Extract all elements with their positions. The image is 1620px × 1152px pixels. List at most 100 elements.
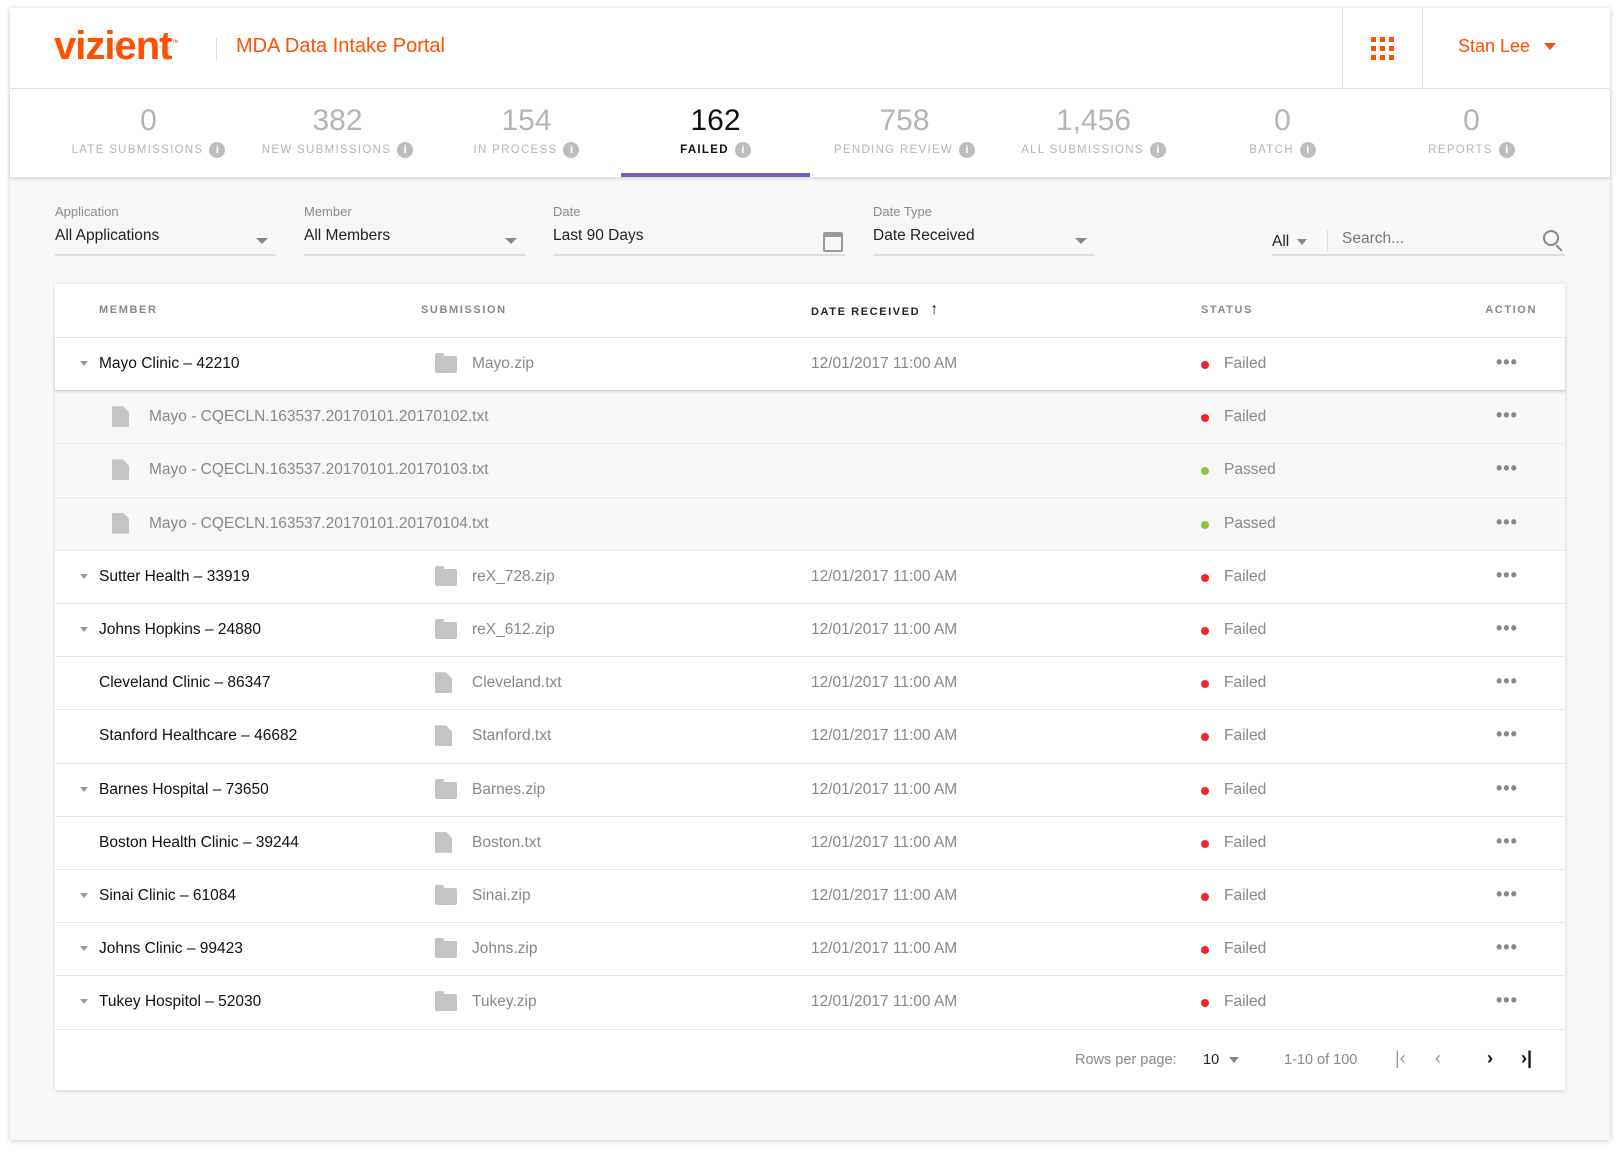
table-row[interactable]: Tukey Hospitol – 52030 Tukey.zip 12/01/201…: [55, 975, 1565, 1028]
more-actions-icon[interactable]: •••: [1496, 405, 1518, 426]
tab-all-submissions[interactable]: 1,456 ALL SUBMISSIONS i: [999, 89, 1188, 177]
submission-name[interactable]: Stanford.txt: [472, 727, 551, 745]
more-actions-icon[interactable]: •••: [1496, 778, 1518, 799]
first-page-icon[interactable]: |‹: [1395, 1048, 1406, 1069]
submission-name[interactable]: reX_728.zip: [472, 568, 555, 586]
submission-name[interactable]: Boston.txt: [472, 834, 541, 852]
tab-batch[interactable]: 0 BATCH i: [1188, 89, 1377, 177]
status-dot-icon: [1201, 733, 1209, 742]
previous-page-icon[interactable]: ‹: [1435, 1048, 1441, 1069]
submission-name[interactable]: Mayo - CQECLN.163537.20170101.20170102.t…: [149, 408, 489, 426]
info-icon[interactable]: i: [397, 142, 414, 158]
tab-pending-review[interactable]: 758 PENDING REVIEW i: [810, 89, 999, 177]
tab-late-submissions[interactable]: 0 LATE SUBMISSIONS i: [54, 89, 243, 177]
info-icon[interactable]: i: [1299, 142, 1316, 158]
tab-count: 1,456: [1055, 104, 1132, 137]
submission-name[interactable]: reX_612.zip: [472, 621, 555, 639]
dropdown-arrow-icon: [505, 238, 517, 244]
more-actions-icon[interactable]: •••: [1496, 512, 1518, 533]
info-icon[interactable]: i: [1498, 142, 1515, 158]
last-page-icon[interactable]: ›|: [1521, 1048, 1532, 1069]
child-file-row[interactable]: Mayo - CQECLN.163537.20170101.20170102.t…: [55, 390, 1565, 444]
table-row[interactable]: Barnes Hospital – 73650 Barnes.zip 12/01/2…: [55, 762, 1565, 816]
table-row[interactable]: Stanford Healthcare – 46682 Stanford.txt 1…: [55, 709, 1565, 762]
tab-failed[interactable]: 162 FAILED i: [621, 89, 810, 177]
expand-chevron-icon[interactable]: [80, 786, 88, 792]
info-icon[interactable]: i: [1149, 142, 1166, 158]
calendar-icon[interactable]: [823, 232, 843, 252]
status-dot-icon: [1201, 414, 1209, 423]
submission-name[interactable]: Johns.zip: [472, 940, 537, 958]
table-row[interactable]: Boston Health Clinic – 39244 Boston.txt 12…: [55, 815, 1565, 869]
more-actions-icon[interactable]: •••: [1496, 884, 1518, 905]
tab-new-submissions[interactable]: 382 NEW SUBMISSIONS i: [243, 89, 432, 177]
status-dot-icon: [1201, 946, 1209, 955]
info-icon[interactable]: i: [563, 142, 580, 158]
member-name: Johns Hopkins – 24880: [99, 621, 262, 638]
tab-in-process[interactable]: 154 IN PROCESS i: [432, 89, 621, 177]
member-filter[interactable]: Member All Members: [304, 204, 525, 256]
expand-chevron-icon[interactable]: [80, 893, 88, 898]
search-scope-select[interactable]: All: [1272, 233, 1308, 251]
submission-name[interactable]: Mayo.zip: [472, 355, 534, 373]
info-icon[interactable]: i: [959, 142, 976, 158]
search-icon[interactable]: [1543, 230, 1559, 246]
next-page-icon[interactable]: ›: [1487, 1048, 1493, 1069]
submission-name[interactable]: Cleveland.txt: [472, 674, 562, 692]
table-row[interactable]: Mayo Clinic – 42210 Mayo.zip 12/01/2017 11…: [55, 337, 1565, 390]
rows-per-page-select[interactable]: 10: [1203, 1052, 1240, 1068]
submission-name[interactable]: Mayo - CQECLN.163537.20170101.20170103.t…: [149, 461, 489, 479]
status-tabs: 0 LATE SUBMISSIONS i 382 NEW SUBMISSIONS i 154…: [10, 89, 1610, 177]
table-row[interactable]: Sinai Clinic – 61084 Sinai.zip 12/01/2017 …: [55, 869, 1565, 922]
expand-chevron-icon[interactable]: [80, 573, 88, 579]
column-date-received[interactable]: DATE RECEIVED ↑: [811, 301, 938, 319]
more-actions-icon[interactable]: •••: [1496, 458, 1518, 479]
user-menu[interactable]: Stan Lee: [1458, 36, 1557, 57]
submission-name[interactable]: Tukey.zip: [472, 993, 537, 1011]
tab-label: IN PROCESS: [473, 144, 558, 156]
more-actions-icon[interactable]: •••: [1496, 565, 1518, 586]
expand-chevron-icon[interactable]: [80, 946, 88, 952]
table-row[interactable]: Sutter Health – 33919 reX_728.zip 12/01/20…: [55, 549, 1565, 603]
expand-chevron-icon[interactable]: [80, 627, 88, 632]
child-file-row[interactable]: Mayo - CQECLN.163537.20170101.20170103.t…: [55, 443, 1565, 497]
more-actions-icon[interactable]: •••: [1496, 990, 1518, 1011]
child-file-row[interactable]: Mayo - CQECLN.163537.20170101.20170104.t…: [55, 496, 1565, 550]
more-actions-icon[interactable]: •••: [1496, 724, 1518, 745]
tab-reports[interactable]: 0 REPORTS i: [1377, 89, 1566, 177]
tab-count: 382: [312, 104, 363, 137]
column-status[interactable]: STATUS: [1201, 304, 1253, 316]
search-group: All: [1272, 204, 1565, 256]
submission-name[interactable]: Barnes.zip: [472, 781, 545, 799]
application-filter[interactable]: Application All Applications: [55, 204, 276, 256]
status-text: Failed: [1224, 674, 1267, 692]
date-filter[interactable]: Date Last 90 Days: [553, 204, 845, 256]
column-member[interactable]: MEMBER: [99, 304, 158, 316]
tab-label: PENDING REVIEW: [833, 144, 954, 156]
more-actions-icon[interactable]: •••: [1496, 671, 1518, 692]
more-actions-icon[interactable]: •••: [1496, 937, 1518, 958]
more-actions-icon[interactable]: •••: [1496, 618, 1518, 639]
expand-chevron-icon[interactable]: [80, 361, 88, 366]
table-row[interactable]: Johns Hopkins – 24880 reX_612.zip 12/01/20…: [55, 603, 1565, 656]
apps-menu-button[interactable]: [1342, 8, 1423, 89]
expand-chevron-icon[interactable]: [80, 999, 88, 1005]
tab-label: REPORTS: [1428, 144, 1493, 156]
status-dot-icon: [1201, 467, 1209, 476]
vizient-logo[interactable]: vizient™: [54, 24, 178, 69]
more-actions-icon[interactable]: •••: [1496, 352, 1518, 373]
table-pagination: Rows per page: 10 1-10 of 100 |‹ ‹ › ›|: [55, 1029, 1565, 1090]
file-icon: [435, 672, 452, 694]
info-icon[interactable]: i: [209, 142, 226, 158]
table-row[interactable]: Johns Clinic – 99423 Johns.zip 12/01/2017 …: [55, 922, 1565, 975]
more-actions-icon[interactable]: •••: [1496, 831, 1518, 852]
table-row[interactable]: Cleveland Clinic – 86347 Cleveland.txt 12/…: [55, 656, 1565, 709]
submission-name[interactable]: Sinai.zip: [472, 887, 531, 905]
date-received: 12/01/2017 11:00 AM: [811, 727, 958, 745]
search-input[interactable]: [1342, 230, 1532, 248]
column-submission[interactable]: SUBMISSION: [421, 304, 507, 316]
logo-text: vizient: [54, 24, 172, 68]
submission-name[interactable]: Mayo - CQECLN.163537.20170101.20170104.t…: [149, 515, 489, 533]
info-icon[interactable]: i: [734, 142, 751, 158]
date-type-filter[interactable]: Date Type Date Received: [873, 204, 1095, 256]
